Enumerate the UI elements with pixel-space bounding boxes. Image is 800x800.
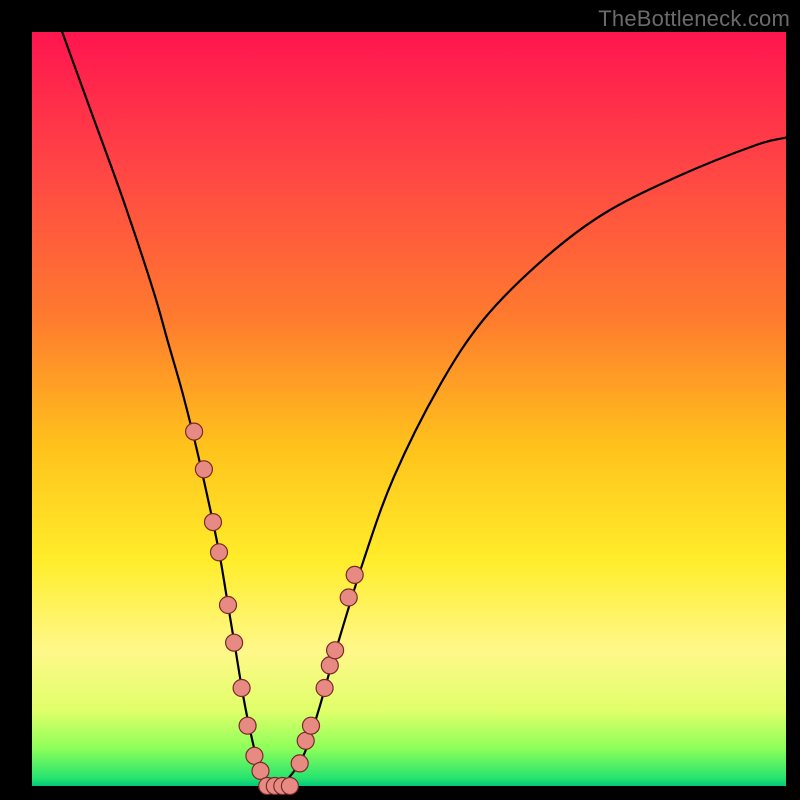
dot — [211, 544, 228, 561]
dot — [252, 762, 269, 779]
dot — [246, 747, 263, 764]
highlight-dots — [186, 423, 364, 794]
dot — [226, 634, 243, 651]
dot — [291, 755, 308, 772]
dot — [186, 423, 203, 440]
dot — [303, 717, 320, 734]
dot — [316, 680, 333, 697]
dot — [327, 642, 344, 659]
chart-plot-area — [32, 32, 786, 786]
bottleneck-curve — [62, 32, 786, 787]
dot — [239, 717, 256, 734]
chart-frame: TheBottleneck.com — [0, 0, 800, 800]
dot — [281, 778, 298, 795]
dot — [297, 732, 314, 749]
dot — [346, 566, 363, 583]
dot — [220, 597, 237, 614]
watermark-text: TheBottleneck.com — [598, 6, 790, 32]
chart-svg — [32, 32, 786, 786]
dot — [233, 680, 250, 697]
dot — [205, 514, 222, 531]
dot — [321, 657, 338, 674]
dot — [195, 461, 212, 478]
dot — [340, 589, 357, 606]
